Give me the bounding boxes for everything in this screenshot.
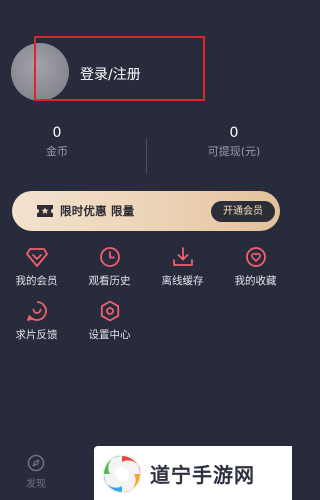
withdrawable-label: 可提现(元): [207, 145, 261, 158]
clock-icon: [99, 247, 120, 267]
highlight-annotation-box: [34, 36, 205, 101]
withdrawable-stat[interactable]: 0 可提现(元): [174, 124, 294, 160]
menu-item-label: 求片反馈: [15, 329, 58, 341]
menu-item-history[interactable]: 观看历史: [73, 243, 146, 295]
menu-item-label: 我的会员: [15, 275, 58, 287]
nav-discover[interactable]: 发现: [18, 454, 54, 490]
wallet-stats: 0 金币 0 可提现(元): [0, 120, 292, 180]
vip-promo-text: 限时优惠 限量: [60, 204, 135, 218]
watermark-text: 道宁手游网: [150, 463, 255, 487]
menu-item-request-feedback[interactable]: 求片反馈: [0, 297, 73, 349]
nav-discover-label: 发现: [26, 479, 46, 490]
status-bar: [0, 0, 292, 18]
diamond-icon: [25, 248, 48, 267]
menu-item-label: 观看历史: [88, 275, 131, 287]
heart-icon: [245, 247, 266, 267]
site-watermark: 道宁手游网: [94, 446, 292, 500]
ticket-icon: [37, 205, 53, 217]
menu-item-membership[interactable]: 我的会员: [0, 243, 73, 295]
open-membership-button[interactable]: 开通会员: [211, 201, 275, 222]
coins-value: 0: [52, 125, 62, 141]
menu-item-favorites[interactable]: 我的收藏: [219, 243, 292, 295]
settings-icon: [100, 300, 119, 322]
menu-item-label: 设置中心: [88, 329, 131, 341]
menu-item-offline-cache[interactable]: 离线缓存: [146, 243, 219, 295]
vip-promo-banner[interactable]: 限时优惠 限量 开通会员: [12, 191, 280, 231]
menu-item-settings[interactable]: 设置中心: [73, 297, 146, 349]
coins-stat[interactable]: 0 金币: [0, 124, 117, 160]
menu-item-label: 我的收藏: [234, 275, 277, 287]
menu-item-label: 离线缓存: [161, 275, 204, 287]
feedback-icon: [26, 301, 47, 321]
stats-divider: [146, 138, 147, 174]
compass-icon: [27, 454, 45, 472]
withdrawable-value: 0: [229, 125, 239, 141]
coins-label: 金币: [46, 145, 68, 158]
download-icon: [172, 247, 193, 266]
watermark-logo-icon: [102, 454, 142, 494]
